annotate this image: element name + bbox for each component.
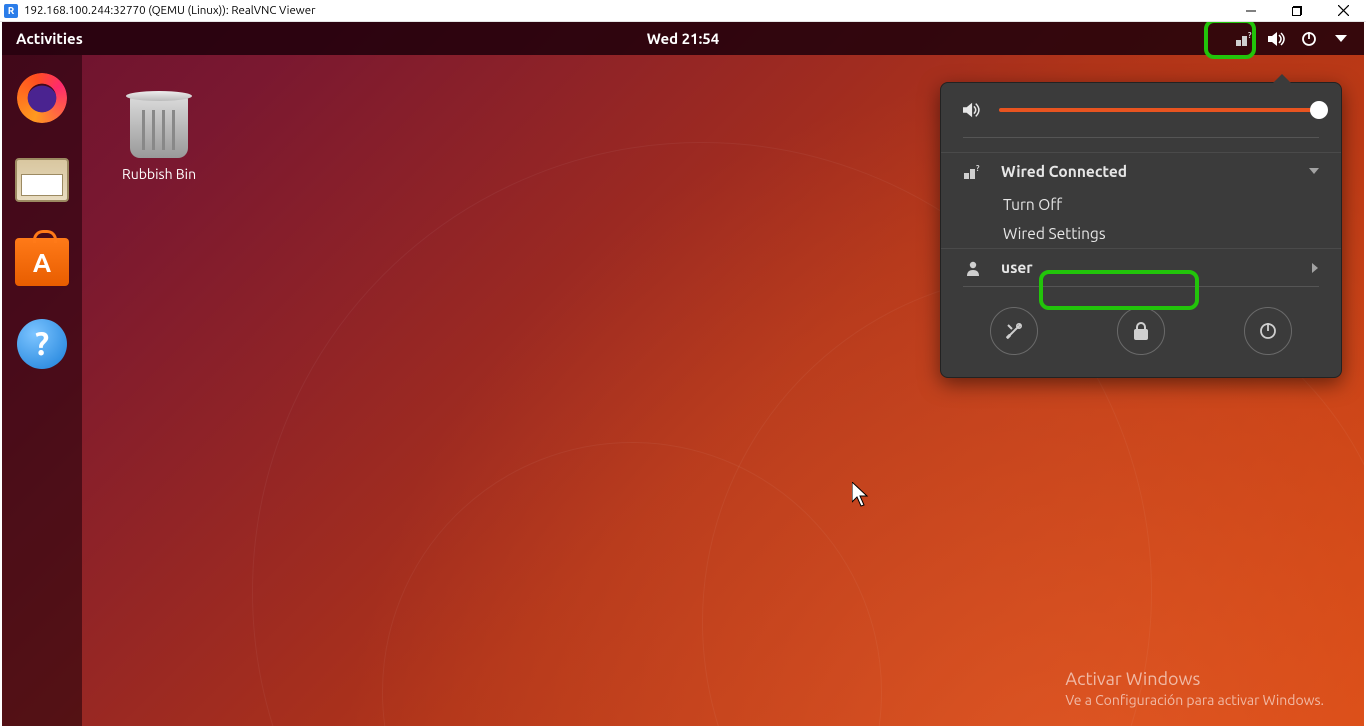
dock-files[interactable]: [13, 151, 71, 209]
chevron-right-icon: [1312, 263, 1319, 273]
chevron-down-icon: [1309, 168, 1319, 175]
system-menu: ? Wired Connected Turn Off Wired Setting…: [940, 82, 1342, 378]
network-status-icon[interactable]: ?: [1236, 30, 1254, 48]
host-window-titlebar: R 192.168.100.244:32770 (QEMU (Linux)): …: [0, 0, 1366, 22]
window-minimize-button[interactable]: [1228, 0, 1274, 22]
user-label: user: [1001, 259, 1033, 276]
ethernet-unknown-icon: ?: [963, 164, 983, 180]
volume-slider[interactable]: [999, 108, 1319, 112]
clock[interactable]: Wed 21:54: [647, 30, 719, 47]
dock-firefox[interactable]: [13, 69, 71, 127]
user-section-header[interactable]: user: [941, 249, 1341, 286]
dock-ubuntu-software[interactable]: [13, 233, 71, 291]
network-turn-off[interactable]: Turn Off: [941, 190, 1341, 219]
trash-icon: [130, 94, 188, 158]
volume-icon: [963, 101, 983, 119]
realvnc-icon: R: [4, 4, 18, 18]
activities-button[interactable]: Activities: [16, 30, 83, 47]
volume-status-icon[interactable]: [1268, 30, 1286, 48]
svg-text:?: ?: [976, 164, 980, 173]
windows-activation-watermark: Activar Windows Ve a Configuración para …: [1065, 669, 1324, 708]
window-maximize-button[interactable]: [1274, 0, 1320, 22]
network-section-header[interactable]: ? Wired Connected: [941, 153, 1341, 190]
svg-text:?: ?: [1248, 32, 1252, 40]
chevron-down-icon[interactable]: [1332, 30, 1350, 48]
settings-button[interactable]: [990, 307, 1038, 355]
gnome-top-bar: Activities Wed 21:54 ?: [2, 22, 1364, 55]
rubbish-bin-label: Rubbish Bin: [122, 166, 196, 182]
power-status-icon[interactable]: [1300, 30, 1318, 48]
desktop-rubbish-bin[interactable]: Rubbish Bin: [122, 94, 196, 182]
window-close-button[interactable]: [1320, 0, 1366, 22]
dock: ?: [2, 55, 82, 726]
network-wired-settings[interactable]: Wired Settings: [941, 219, 1341, 248]
remote-desktop: Activities Wed 21:54 ? ? Rubbish Bin: [2, 22, 1364, 726]
power-button[interactable]: [1244, 307, 1292, 355]
host-window-title: 192.168.100.244:32770 (QEMU (Linux)): Re…: [24, 4, 1228, 17]
lock-button[interactable]: [1117, 307, 1165, 355]
system-status-area[interactable]: ?: [1236, 30, 1350, 48]
mouse-cursor: [852, 482, 872, 508]
dock-help[interactable]: ?: [13, 315, 71, 373]
person-icon: [963, 260, 983, 276]
network-header-label: Wired Connected: [1001, 163, 1127, 180]
